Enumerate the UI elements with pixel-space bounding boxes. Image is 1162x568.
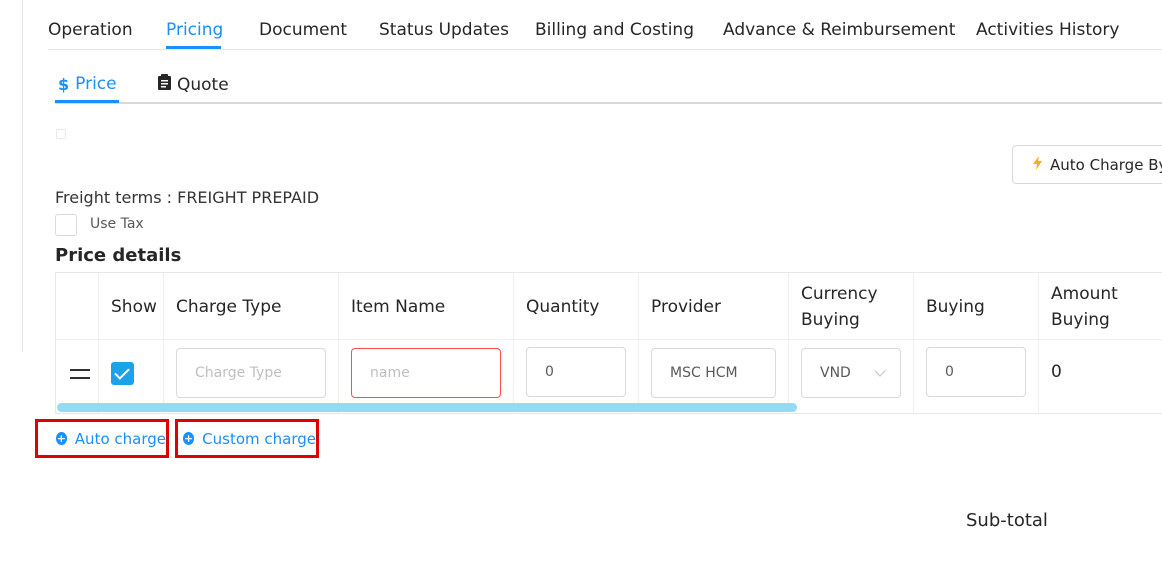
currency-buying-value: VND <box>820 365 851 381</box>
column-divider <box>638 273 639 413</box>
tab-advance-reimbursement[interactable]: Advance & Reimbursement <box>723 20 955 40</box>
auto-charge-button[interactable]: + Auto charge <box>35 419 169 458</box>
tab-document[interactable]: Document <box>259 20 347 40</box>
header-quantity: Quantity <box>526 297 600 317</box>
column-divider <box>338 273 339 413</box>
subtab-quote-label: Quote <box>177 74 229 95</box>
auto-charge-by-button[interactable]: Auto Charge By <box>1012 145 1162 184</box>
header-divider <box>56 339 1162 340</box>
item-name-input[interactable] <box>351 348 501 398</box>
column-divider <box>163 273 164 413</box>
charge-type-input[interactable] <box>176 348 326 398</box>
auto-charge-by-label: Auto Charge By <box>1050 155 1162 174</box>
subtab-active-indicator <box>55 100 119 103</box>
header-amount-buying: Amount Buying <box>1051 284 1118 330</box>
use-tax-checkbox[interactable] <box>55 214 77 236</box>
custom-charge-button[interactable]: + Custom charge <box>175 419 319 458</box>
plus-circle-icon: + <box>183 432 195 445</box>
freight-terms: Freight terms : FREIGHT PREPAID <box>55 188 320 207</box>
tab-active-indicator <box>166 46 221 49</box>
show-checkbox[interactable] <box>111 362 134 385</box>
auto-charge-label: Auto charge <box>74 429 166 448</box>
header-charge-type: Charge Type <box>176 297 282 317</box>
select-all-checkbox[interactable] <box>56 129 66 139</box>
header-provider: Provider <box>651 297 721 317</box>
subtotal-label: Sub-total <box>966 510 1048 531</box>
price-details-table: Show Charge Type Item Name Quantity Prov… <box>55 272 1162 414</box>
subtab-price-label: Price <box>75 74 117 94</box>
sub-tab-bar: $ Price Quote <box>55 60 1162 104</box>
top-tab-bar: Operation Pricing Document Status Update… <box>48 0 1162 50</box>
tab-activities-history[interactable]: Activities History <box>976 20 1119 40</box>
use-tax-label: Use Tax <box>90 216 144 232</box>
tab-pricing[interactable]: Pricing <box>166 20 223 40</box>
subtab-price[interactable]: $ Price <box>58 74 117 94</box>
column-divider <box>913 273 914 413</box>
price-details-title: Price details <box>55 245 182 266</box>
column-divider <box>1038 273 1039 413</box>
provider-input[interactable] <box>651 348 776 398</box>
bolt-icon <box>1033 155 1042 174</box>
plus-circle-icon: + <box>56 432 67 445</box>
header-show: Show <box>111 297 157 317</box>
left-divider <box>22 0 23 352</box>
header-buying: Buying <box>926 297 985 317</box>
tab-billing-and-costing[interactable]: Billing and Costing <box>535 20 694 40</box>
subtab-quote[interactable]: Quote <box>158 74 229 95</box>
column-divider <box>788 273 789 413</box>
quantity-input[interactable] <box>526 347 626 397</box>
chevron-down-icon <box>874 365 886 377</box>
header-currency-buying: Currency Buying <box>801 284 878 330</box>
column-divider <box>513 273 514 413</box>
buying-input[interactable] <box>926 347 1026 397</box>
drag-handle-icon[interactable] <box>70 369 90 379</box>
dollar-icon: $ <box>58 74 70 94</box>
amount-buying-value: 0 <box>1051 362 1062 382</box>
horizontal-scrollbar[interactable] <box>57 403 797 412</box>
custom-charge-label: Custom charge <box>202 429 316 448</box>
tab-operation[interactable]: Operation <box>48 20 133 40</box>
clipboard-icon <box>158 74 171 95</box>
tab-status-updates[interactable]: Status Updates <box>379 20 509 40</box>
currency-buying-select[interactable]: VND <box>801 348 901 398</box>
header-item-name: Item Name <box>351 297 446 317</box>
column-divider <box>98 273 99 413</box>
